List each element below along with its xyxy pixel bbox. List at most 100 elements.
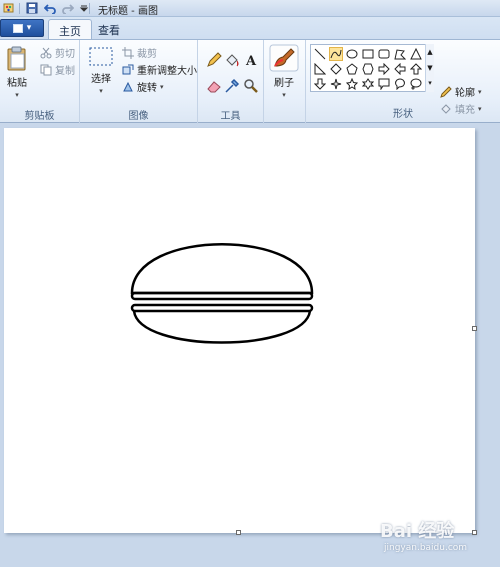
brushes-button[interactable]: 刷子 ▾ xyxy=(269,44,299,99)
down-arrow-shape-icon[interactable] xyxy=(313,77,327,91)
drawing-canvas[interactable] xyxy=(4,128,475,533)
resize-label: 重新调整大小 xyxy=(137,66,197,77)
paste-button[interactable]: 粘贴 ▾ xyxy=(6,46,28,99)
rectangular-callout-shape-icon[interactable] xyxy=(377,77,391,91)
five-point-star-shape-icon[interactable] xyxy=(345,77,359,91)
scissors-icon xyxy=(40,47,52,58)
tab-home[interactable]: 主页 xyxy=(48,19,92,39)
text-tool-icon[interactable]: A xyxy=(243,52,259,68)
cloud-callout-shape-icon[interactable] xyxy=(409,77,423,91)
copy-button[interactable]: 复制 xyxy=(40,62,75,77)
magnifier-icon[interactable] xyxy=(243,78,259,94)
left-arrow-shape-icon[interactable] xyxy=(393,62,407,76)
pentagon-shape-icon[interactable] xyxy=(345,62,359,76)
image-group: 选择 ▾ 裁剪 重新调整大小 旋转 ▾ 图像 xyxy=(80,40,198,124)
rotate-icon xyxy=(123,81,133,91)
select-rectangle-icon xyxy=(89,47,113,66)
crop-label: 裁剪 xyxy=(137,49,157,60)
chevron-down-icon: ▾ xyxy=(26,23,32,33)
four-point-star-shape-icon[interactable] xyxy=(329,77,343,91)
paint-app-icon[interactable] xyxy=(3,2,15,14)
scroll-down-icon[interactable]: ▼ xyxy=(426,60,434,76)
right-arrow-shape-icon[interactable] xyxy=(377,62,391,76)
color-picker-icon[interactable] xyxy=(224,78,240,94)
save-icon[interactable] xyxy=(26,2,38,14)
filling-shape xyxy=(130,291,314,301)
curve-shape-icon[interactable] xyxy=(329,47,343,61)
watermark-text: Bai 经验 xyxy=(380,521,455,542)
paste-icon xyxy=(7,46,26,71)
tools-group: A 工具 xyxy=(198,40,264,124)
right-triangle-shape-icon[interactable] xyxy=(313,62,327,76)
paste-label: 粘贴 xyxy=(7,78,27,89)
six-point-star-shape-icon[interactable] xyxy=(361,77,375,91)
top-shell-shape xyxy=(130,243,314,295)
document-icon xyxy=(12,23,23,33)
expand-gallery-icon[interactable]: ▾ xyxy=(426,76,434,90)
shapes-gallery-scrollbar[interactable]: ▲ ▼ ▾ xyxy=(425,44,434,92)
ribbon: 粘贴 ▾ 剪切 复制 剪贴板 选择 ▾ 裁剪 重新调整大小 旋转 ▾ 图像 A … xyxy=(0,39,500,124)
separator xyxy=(19,3,20,14)
tools-group-label: 工具 xyxy=(220,111,241,122)
eraser-icon[interactable] xyxy=(206,78,222,94)
outline-label: 轮廓 xyxy=(455,88,475,99)
cut-button[interactable]: 剪切 xyxy=(40,45,75,60)
outline-pen-icon xyxy=(440,85,452,98)
title-bar: 无标题 - 画图 xyxy=(0,0,500,17)
svg-text:A: A xyxy=(245,54,257,68)
rotate-label: 旋转 xyxy=(137,83,157,94)
undo-icon[interactable] xyxy=(44,2,56,14)
chevron-down-icon: ▾ xyxy=(160,82,164,91)
hexagon-shape-icon[interactable] xyxy=(361,62,375,76)
redo-icon[interactable] xyxy=(62,2,74,14)
rectangle-shape-icon[interactable] xyxy=(361,47,375,61)
clipboard-group-label: 剪贴板 xyxy=(24,111,55,122)
oval-callout-shape-icon[interactable] xyxy=(393,77,407,91)
brushes-group: 刷子 ▾ xyxy=(264,40,306,124)
image-group-label: 图像 xyxy=(128,111,149,122)
watermark: Bai 经验 jingyan.baidu.com xyxy=(380,511,492,559)
oval-shape-icon[interactable] xyxy=(345,47,359,61)
pencil-icon[interactable] xyxy=(206,52,222,68)
clipboard-group: 粘贴 ▾ 剪切 复制 剪贴板 xyxy=(0,40,80,124)
watermark-url: jingyan.baidu.com xyxy=(384,543,468,553)
brush-icon xyxy=(269,44,299,72)
select-label: 选择 xyxy=(91,74,111,85)
crop-button[interactable]: 裁剪 xyxy=(122,45,157,60)
diamond-shape-icon[interactable] xyxy=(329,62,343,76)
polygon-shape-icon[interactable] xyxy=(393,47,407,61)
triangle-shape-icon[interactable] xyxy=(409,47,423,61)
brushes-label: 刷子 xyxy=(274,78,294,89)
outline-button[interactable]: 轮廓 ▾ xyxy=(440,84,482,99)
canvas-workspace xyxy=(0,124,500,567)
resize-handle-bottom[interactable] xyxy=(236,530,241,535)
rotate-button[interactable]: 旋转 ▾ xyxy=(122,79,164,94)
chevron-down-icon: ▾ xyxy=(282,91,286,99)
macaron-drawing xyxy=(130,243,314,344)
chevron-down-icon: ▾ xyxy=(15,91,19,99)
shapes-group-label: 形状 xyxy=(393,109,413,120)
crop-icon xyxy=(122,46,134,59)
select-button[interactable]: 选择 ▾ xyxy=(88,46,114,95)
rounded-rectangle-shape-icon[interactable] xyxy=(377,47,391,61)
scroll-up-icon[interactable]: ▲ xyxy=(426,44,434,60)
ribbon-tab-row: ▾ 主页 查看 xyxy=(0,17,500,39)
resize-icon xyxy=(122,64,134,74)
cut-label: 剪切 xyxy=(55,49,75,60)
copy-icon xyxy=(40,64,52,75)
fill-bucket-icon[interactable] xyxy=(224,52,240,68)
resize-button[interactable]: 重新调整大小 xyxy=(122,62,197,77)
line-shape-icon[interactable] xyxy=(313,47,327,61)
chevron-down-icon: ▾ xyxy=(478,87,482,96)
window-title: 无标题 - 画图 xyxy=(98,6,158,17)
up-arrow-shape-icon[interactable] xyxy=(409,62,423,76)
bottom-shell-shape xyxy=(132,310,312,344)
app-menu-button[interactable]: ▾ xyxy=(0,19,44,37)
chevron-down-icon: ▾ xyxy=(99,87,103,95)
copy-label: 复制 xyxy=(55,66,75,77)
shapes-gallery xyxy=(310,44,434,92)
resize-handle-right[interactable] xyxy=(472,326,477,331)
tab-view[interactable]: 查看 xyxy=(88,19,130,39)
separator xyxy=(89,3,90,14)
bottom-bar-shape xyxy=(130,303,314,313)
